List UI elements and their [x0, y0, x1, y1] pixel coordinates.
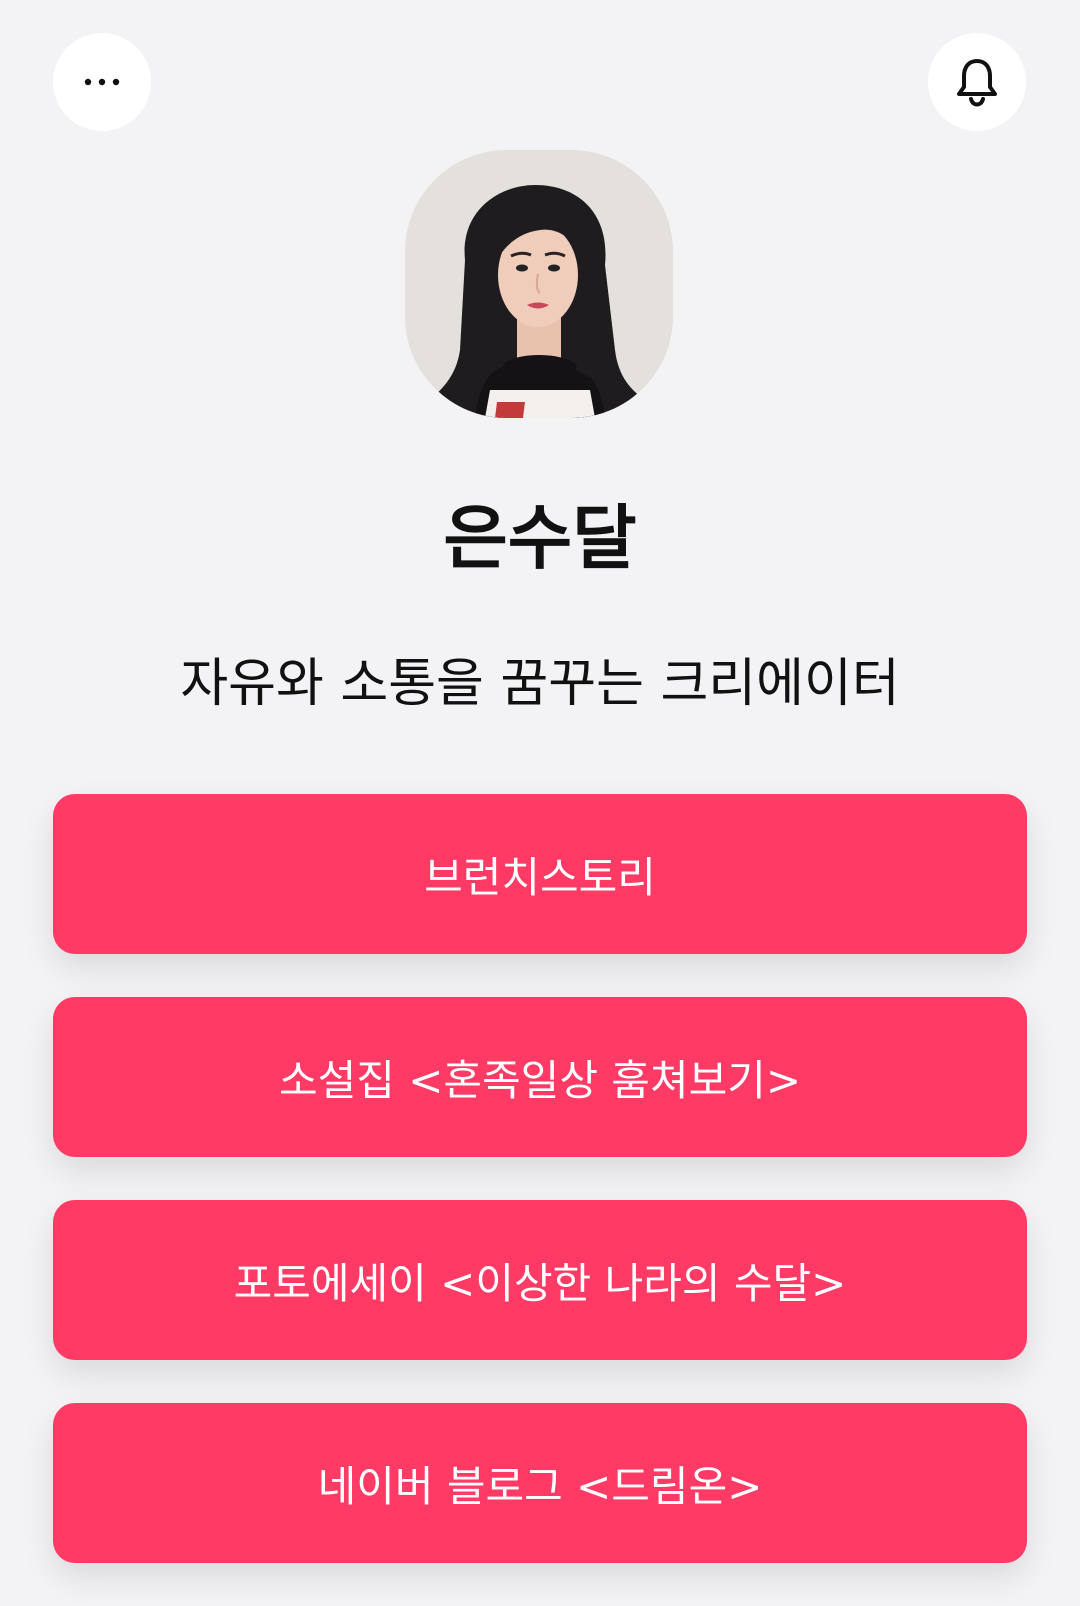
notification-button[interactable]: [928, 33, 1026, 131]
avatar-portrait-image: [405, 150, 673, 418]
link-list: 브런치스토리 소설집 <혼족일상 훔쳐보기> 포토에세이 <이상한 나라의 수달…: [53, 794, 1027, 1606]
link-button-novel-collection[interactable]: 소설집 <혼족일상 훔쳐보기>: [53, 997, 1027, 1157]
profile-bio: 자유와 소통을 꿈꾸는 크리에이터: [180, 654, 900, 714]
profile-avatar: [405, 150, 673, 418]
profile-name: 은수달: [443, 497, 637, 579]
more-horizontal-icon: [84, 78, 120, 86]
more-options-button[interactable]: [53, 33, 151, 131]
link-button-naver-blog[interactable]: 네이버 블로그 <드림온>: [53, 1403, 1027, 1563]
link-button-photo-essay[interactable]: 포토에세이 <이상한 나라의 수달>: [53, 1200, 1027, 1360]
bell-icon: [957, 59, 997, 107]
link-button-brunch-story[interactable]: 브런치스토리: [53, 794, 1027, 954]
